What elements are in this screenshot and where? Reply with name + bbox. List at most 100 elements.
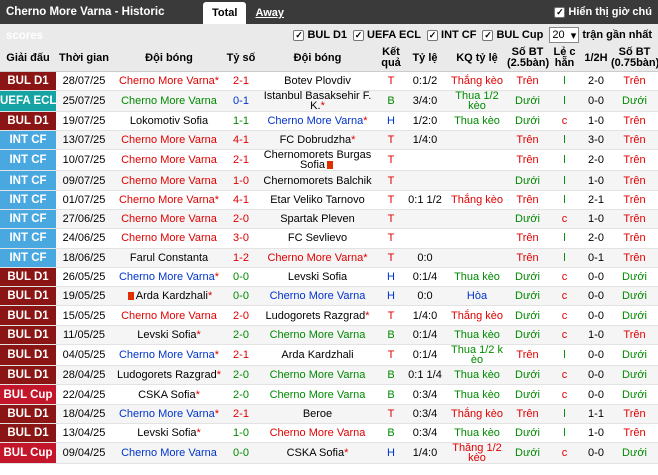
score-cell[interactable]: 2-1 <box>226 344 256 367</box>
away-team-cell[interactable]: Beroe <box>256 404 379 424</box>
competition-cell[interactable]: BUL D1 <box>0 344 56 367</box>
home-team-cell[interactable]: Cherno More Varna* <box>112 267 226 288</box>
score-cell[interactable]: 2-0 <box>226 384 256 405</box>
away-team-cell[interactable]: Etar Veliko Tarnovo <box>256 190 379 210</box>
checkbox-icon[interactable]: ✓ <box>554 6 566 18</box>
score-cell[interactable]: 1-2 <box>226 248 256 268</box>
home-team-cell[interactable]: Cherno More Varna* <box>112 190 226 210</box>
table-row[interactable]: BUL D1 11/05/25 Levski Sofia* 2-0 Cherno Mor… <box>0 325 658 346</box>
score-cell[interactable]: 0-0 <box>226 442 256 465</box>
home-team-cell[interactable]: Cherno More Varna* <box>112 71 226 91</box>
score-cell[interactable]: 2-0 <box>226 365 256 386</box>
score-cell[interactable]: 3-0 <box>226 228 256 249</box>
score-cell[interactable]: 0-0 <box>226 286 256 307</box>
table-row[interactable]: BUL D1 28/07/25 Cherno More Varna* 2-1 Botev… <box>0 71 658 91</box>
table-row[interactable]: BUL Cup 09/04/25 Cherno More Varna 0-0 CSKA … <box>0 442 658 465</box>
away-team-cell[interactable]: Cherno More Varna <box>256 423 379 444</box>
away-team-cell[interactable]: Cherno More Varna <box>256 384 379 405</box>
away-team-cell[interactable]: Cherno More Varna <box>256 325 379 346</box>
away-team-cell[interactable]: Istanbul Basaksehir F. K.* <box>256 90 379 112</box>
away-team-cell[interactable]: Botev Plovdiv <box>256 71 379 91</box>
table-row[interactable]: INT CF 27/06/25 Cherno More Varna 2-0 Sparta… <box>0 209 658 230</box>
away-team-cell[interactable]: Chernomorets Balchik <box>256 170 379 191</box>
competition-cell[interactable]: INT CF <box>0 149 56 172</box>
home-team-cell[interactable]: Cherno More Varna* <box>112 404 226 424</box>
tab-away[interactable]: Away <box>246 2 293 24</box>
away-team-cell[interactable]: FC Dobrudzha* <box>256 130 379 151</box>
tab-total[interactable]: Total <box>203 2 247 24</box>
table-row[interactable]: INT CF 01/07/25 Cherno More Varna* 4-1 Etar … <box>0 190 658 210</box>
home-team-cell[interactable]: Cherno More Varna <box>112 305 226 326</box>
home-team-cell[interactable]: Cherno More Varna <box>112 149 226 172</box>
away-team-cell[interactable]: CSKA Sofia* <box>256 442 379 465</box>
home-team-cell[interactable]: Cherno More Varna <box>112 130 226 151</box>
competition-cell[interactable]: BUL Cup <box>0 384 56 405</box>
competition-cell[interactable]: INT CF <box>0 130 56 151</box>
table-row[interactable]: INT CF 09/07/25 Cherno More Varna 1-0 Cherno… <box>0 170 658 191</box>
match-count-select[interactable]: 20 ▾ <box>549 27 580 43</box>
table-row[interactable]: BUL D1 04/05/25 Cherno More Varna* 2-1 Arda … <box>0 344 658 367</box>
competition-cell[interactable]: UEFA ECL <box>0 90 56 112</box>
competition-cell[interactable]: INT CF <box>0 209 56 230</box>
table-row[interactable]: BUL Cup 22/04/25 CSKA Sofia* 2-0 Cherno More… <box>0 384 658 405</box>
home-team-cell[interactable]: Cherno More Varna <box>112 228 226 249</box>
home-team-cell[interactable]: Cherno More Varna* <box>112 344 226 367</box>
half-time-toggle[interactable]: ✓ Hiển thị giờ chú <box>554 0 652 24</box>
home-team-cell[interactable]: Cherno More Varna <box>112 170 226 191</box>
competition-cell[interactable]: BUL D1 <box>0 325 56 346</box>
score-cell[interactable]: 2-0 <box>226 305 256 326</box>
away-team-cell[interactable]: Spartak Pleven <box>256 209 379 230</box>
score-cell[interactable]: 4-1 <box>226 190 256 210</box>
home-team-cell[interactable]: Cherno More Varna <box>112 442 226 465</box>
away-team-cell[interactable]: Arda Kardzhali <box>256 344 379 367</box>
away-team-cell[interactable]: FC Sevlievo <box>256 228 379 249</box>
competition-cell[interactable]: INT CF <box>0 170 56 191</box>
table-row[interactable]: BUL D1 28/04/25 Ludogorets Razgrad* 2-0 Cher… <box>0 365 658 386</box>
checkbox-icon[interactable]: ✓ <box>427 29 439 41</box>
score-cell[interactable]: 2-0 <box>226 209 256 230</box>
away-team-cell[interactable]: Cherno More Varna <box>256 365 379 386</box>
competition-cell[interactable]: BUL Cup <box>0 442 56 465</box>
home-team-cell[interactable]: Ludogorets Razgrad* <box>112 365 226 386</box>
away-team-cell[interactable]: Cherno More Varna* <box>256 111 379 132</box>
score-cell[interactable]: 0-1 <box>226 90 256 112</box>
score-cell[interactable]: 4-1 <box>226 130 256 151</box>
checkbox-icon[interactable]: ✓ <box>482 29 494 41</box>
away-team-cell[interactable]: Levski Sofia <box>256 267 379 288</box>
home-team-cell[interactable]: Arda Kardzhali* <box>112 286 226 307</box>
table-row[interactable]: INT CF 24/06/25 Cherno More Varna 3-0 FC Sev… <box>0 228 658 249</box>
score-cell[interactable]: 0-0 <box>226 267 256 288</box>
table-row[interactable]: UEFA ECL 25/07/25 Cherno More Varna 0-1 Ista… <box>0 90 658 112</box>
competition-cell[interactable]: INT CF <box>0 228 56 249</box>
table-row[interactable]: BUL D1 19/07/25 Lokomotiv Sofia 1-1 Cherno M… <box>0 111 658 132</box>
table-row[interactable]: BUL D1 19/05/25 Arda Kardzhali* 0-0 Cherno M… <box>0 286 658 307</box>
home-team-cell[interactable]: Farul Constanta <box>112 248 226 268</box>
competition-cell[interactable]: BUL D1 <box>0 286 56 307</box>
competition-cell[interactable]: INT CF <box>0 190 56 210</box>
score-cell[interactable]: 1-1 <box>226 111 256 132</box>
competition-cell[interactable]: BUL D1 <box>0 71 56 91</box>
away-team-cell[interactable]: Ludogorets Razgrad* <box>256 305 379 326</box>
score-cell[interactable]: 1-0 <box>226 170 256 191</box>
competition-cell[interactable]: INT CF <box>0 248 56 268</box>
score-cell[interactable]: 2-1 <box>226 71 256 91</box>
table-row[interactable]: INT CF 18/06/25 Farul Constanta 1-2 Cherno M… <box>0 248 658 268</box>
home-team-cell[interactable]: Lokomotiv Sofia <box>112 111 226 132</box>
filter-int-cf[interactable]: ✓ INT CF <box>427 29 476 41</box>
away-team-cell[interactable]: Cherno More Varna* <box>256 248 379 268</box>
filter-bul-d1[interactable]: ✓ BUL D1 <box>293 29 347 41</box>
score-cell[interactable]: 2-0 <box>226 325 256 346</box>
score-cell[interactable]: 1-0 <box>226 423 256 444</box>
table-row[interactable]: BUL D1 15/05/25 Cherno More Varna 2-0 Ludogo… <box>0 305 658 326</box>
home-team-cell[interactable]: Cherno More Varna <box>112 209 226 230</box>
competition-cell[interactable]: BUL D1 <box>0 305 56 326</box>
score-cell[interactable]: 2-1 <box>226 149 256 172</box>
away-team-cell[interactable]: Chernomorets Burgas Sofia <box>256 149 379 172</box>
table-row[interactable]: BUL D1 26/05/25 Cherno More Varna* 0-0 Levsk… <box>0 267 658 288</box>
competition-cell[interactable]: BUL D1 <box>0 267 56 288</box>
home-team-cell[interactable]: CSKA Sofia* <box>112 384 226 405</box>
filter-bul-cup[interactable]: ✓ BUL Cup <box>482 29 543 41</box>
away-team-cell[interactable]: Cherno More Varna <box>256 286 379 307</box>
score-cell[interactable]: 2-1 <box>226 404 256 424</box>
checkbox-icon[interactable]: ✓ <box>353 29 365 41</box>
